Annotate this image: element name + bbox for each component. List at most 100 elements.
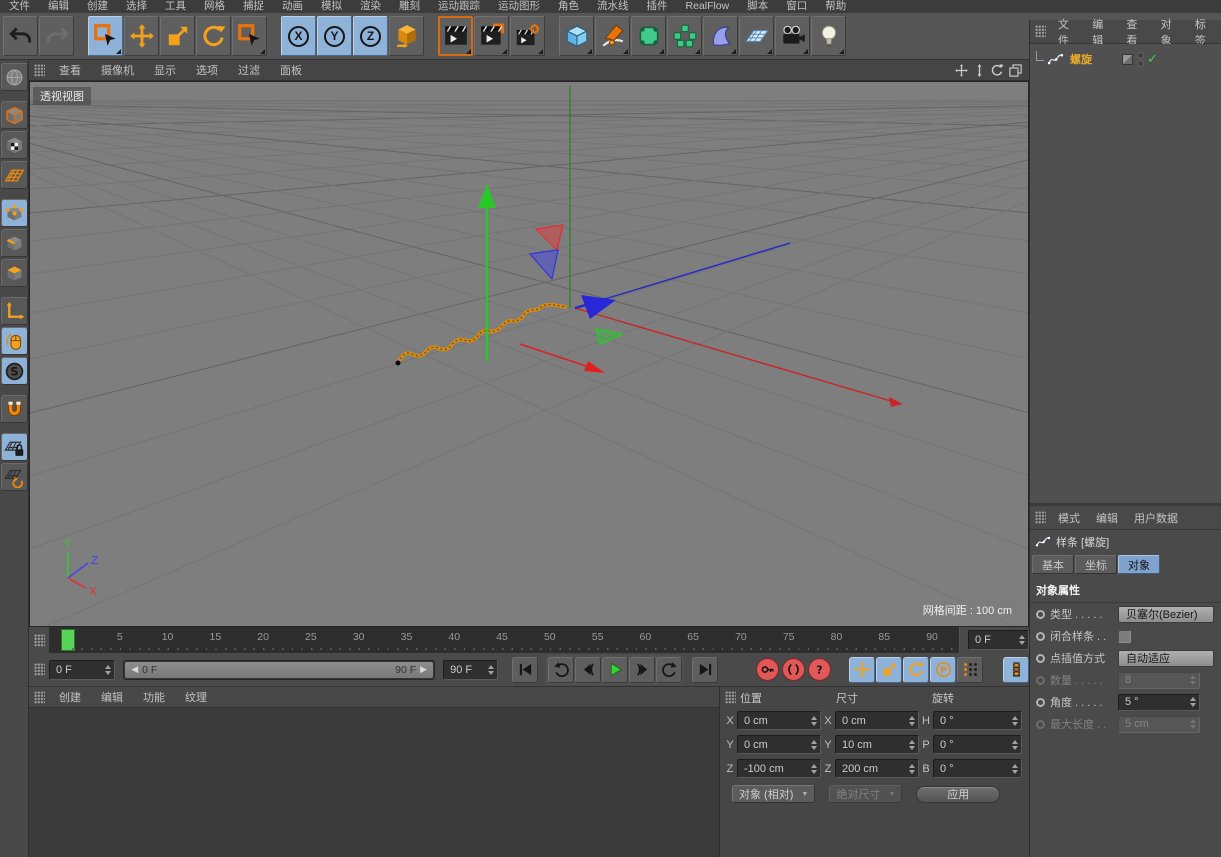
live-selection-button[interactable] [88, 16, 123, 56]
texture-mode-button[interactable] [1, 131, 28, 159]
grip-icon[interactable] [725, 691, 736, 704]
menubar-item-5[interactable]: 网格 [195, 0, 234, 13]
play-button[interactable] [602, 657, 628, 683]
axis-lock-x-button[interactable]: X [281, 16, 316, 56]
next-key-button[interactable] [656, 657, 682, 683]
anim-dot-icon[interactable] [1036, 610, 1045, 619]
gizmo-plane-handle-green[interactable] [596, 329, 622, 344]
stepper-arrows-icon[interactable] [907, 740, 918, 750]
stepper-arrows-icon[interactable] [1017, 635, 1028, 645]
model-mode-button[interactable] [1, 101, 28, 129]
render-visibility-dot[interactable] [1138, 61, 1143, 66]
record-position-toggle[interactable] [849, 657, 875, 683]
viewport-label[interactable]: 透视视图 [33, 87, 91, 105]
menubar-item-11[interactable]: 运动跟踪 [429, 0, 489, 13]
editor-visibility-dot[interactable] [1138, 53, 1143, 58]
position-y-field[interactable]: 0 cm [737, 735, 821, 754]
add-subdivision-surface-button[interactable] [631, 16, 666, 56]
align-workplane-button[interactable] [1, 463, 28, 491]
prev-key-button[interactable] [548, 657, 574, 683]
menubar-item-13[interactable]: 角色 [549, 0, 588, 13]
zoom-view-icon[interactable] [972, 63, 987, 78]
record-pla-toggle[interactable] [957, 657, 983, 683]
attribute-tab-1[interactable]: 坐标 [1075, 555, 1117, 574]
enable-snap-button[interactable] [1, 395, 28, 423]
add-environment-button[interactable] [739, 16, 774, 56]
add-light-button[interactable] [811, 16, 846, 56]
om-menu-item-2[interactable]: 查看 [1118, 16, 1152, 48]
gizmo-x-arrow[interactable] [584, 361, 605, 373]
menubar-item-17[interactable]: 脚本 [738, 0, 777, 13]
record-keyframe-button[interactable] [756, 658, 779, 681]
grip-icon[interactable] [1035, 511, 1046, 524]
am-menu-item-2[interactable]: 用户数据 [1126, 510, 1186, 526]
stepper-arrows-icon[interactable] [809, 716, 820, 726]
record-parameter-toggle[interactable]: P [930, 657, 956, 683]
viewport-menu-item-1[interactable]: 摄像机 [91, 62, 144, 78]
stepper-arrows-icon[interactable] [907, 764, 918, 774]
material-menu-item-2[interactable]: 功能 [133, 689, 175, 705]
interpolation-dropdown[interactable]: 自动适应 [1118, 650, 1214, 667]
gizmo-plane-handle-blue[interactable] [530, 250, 558, 279]
position-z-field[interactable]: -100 cm [737, 759, 821, 778]
coordinate-mode-dropdown[interactable]: 对象 (相对) ▼ [732, 785, 815, 803]
viewport-menu-item-2[interactable]: 显示 [144, 62, 186, 78]
maximize-view-icon[interactable] [1008, 63, 1023, 78]
om-menu-item-3[interactable]: 对象 [1153, 16, 1187, 48]
om-menu-item-0[interactable]: 文件 [1050, 16, 1084, 48]
record-scale-toggle[interactable] [876, 657, 902, 683]
viewport-menu-item-5[interactable]: 面板 [270, 62, 312, 78]
stepper-arrows-icon[interactable] [907, 716, 918, 726]
material-menu-item-1[interactable]: 编辑 [91, 689, 133, 705]
menubar-item-9[interactable]: 渲染 [351, 0, 390, 13]
timeline-strip[interactable]: 051015202530354045505560657075808590 [49, 627, 960, 653]
menubar-item-16[interactable]: RealFlow [677, 0, 739, 13]
object-name[interactable]: 螺旋 [1067, 50, 1095, 68]
undo-button[interactable] [3, 16, 38, 56]
pan-view-icon[interactable] [954, 63, 969, 78]
current-frame-field[interactable]: 0 F [968, 630, 1029, 650]
next-frame-button[interactable] [629, 657, 655, 683]
stepper-arrows-icon[interactable] [809, 740, 820, 750]
menubar-item-8[interactable]: 模拟 [312, 0, 351, 13]
am-menu-item-0[interactable]: 模式 [1050, 510, 1088, 526]
grip-icon[interactable] [1035, 25, 1046, 38]
grip-icon[interactable] [34, 691, 45, 704]
grip-icon[interactable] [34, 663, 45, 676]
lock-workplane-button[interactable] [1, 433, 28, 461]
position-x-field[interactable]: 0 cm [737, 711, 821, 730]
autokey-button[interactable] [782, 658, 805, 681]
menubar-item-6[interactable]: 捕捉 [234, 0, 273, 13]
keying-help-button[interactable]: ? [808, 658, 831, 681]
viewport-menu-item-0[interactable]: 查看 [49, 62, 91, 78]
rotate-tool-button[interactable] [196, 16, 231, 56]
render-picture-viewer-button[interactable] [474, 16, 509, 56]
gizmo-x-handle[interactable] [520, 344, 586, 366]
viewport-menu-item-4[interactable]: 过滤 [228, 62, 270, 78]
timeline-window-button[interactable] [1003, 657, 1029, 683]
type-dropdown[interactable]: 贝塞尔(Bezier) [1118, 606, 1214, 623]
range-right-arrow-icon[interactable]: ▶ [420, 664, 427, 675]
grip-icon[interactable] [34, 64, 45, 77]
range-end-field[interactable]: 90 F [443, 660, 498, 680]
preview-range-slider[interactable]: ◀ 0 F 90 F ▶ [123, 660, 435, 680]
size-x-field[interactable]: 0 cm [835, 711, 919, 730]
anim-dot-icon[interactable] [1036, 632, 1045, 641]
menubar-item-14[interactable]: 流水线 [588, 0, 638, 13]
snap-s-button[interactable]: S [1, 357, 28, 385]
stepper-arrows-icon[interactable] [1010, 740, 1021, 750]
record-rotation-toggle[interactable] [903, 657, 929, 683]
om-menu-item-1[interactable]: 编辑 [1084, 16, 1118, 48]
stepper-arrows-icon[interactable] [809, 764, 820, 774]
viewport-solo-button[interactable] [1, 327, 28, 355]
axis-lock-z-button[interactable]: Z [353, 16, 388, 56]
size-z-field[interactable]: 200 cm [835, 759, 919, 778]
menubar-item-12[interactable]: 运动图形 [489, 0, 549, 13]
menubar-item-0[interactable]: 文件 [0, 0, 39, 13]
goto-end-button[interactable] [692, 657, 718, 683]
perspective-viewport[interactable]: Y Z X 透视视图 网格间距 : 100 cm [29, 81, 1029, 627]
goto-start-button[interactable] [512, 657, 538, 683]
menubar-item-2[interactable]: 创建 [78, 0, 117, 13]
spline-start-point[interactable] [396, 361, 401, 366]
am-menu-item-1[interactable]: 编辑 [1088, 510, 1126, 526]
